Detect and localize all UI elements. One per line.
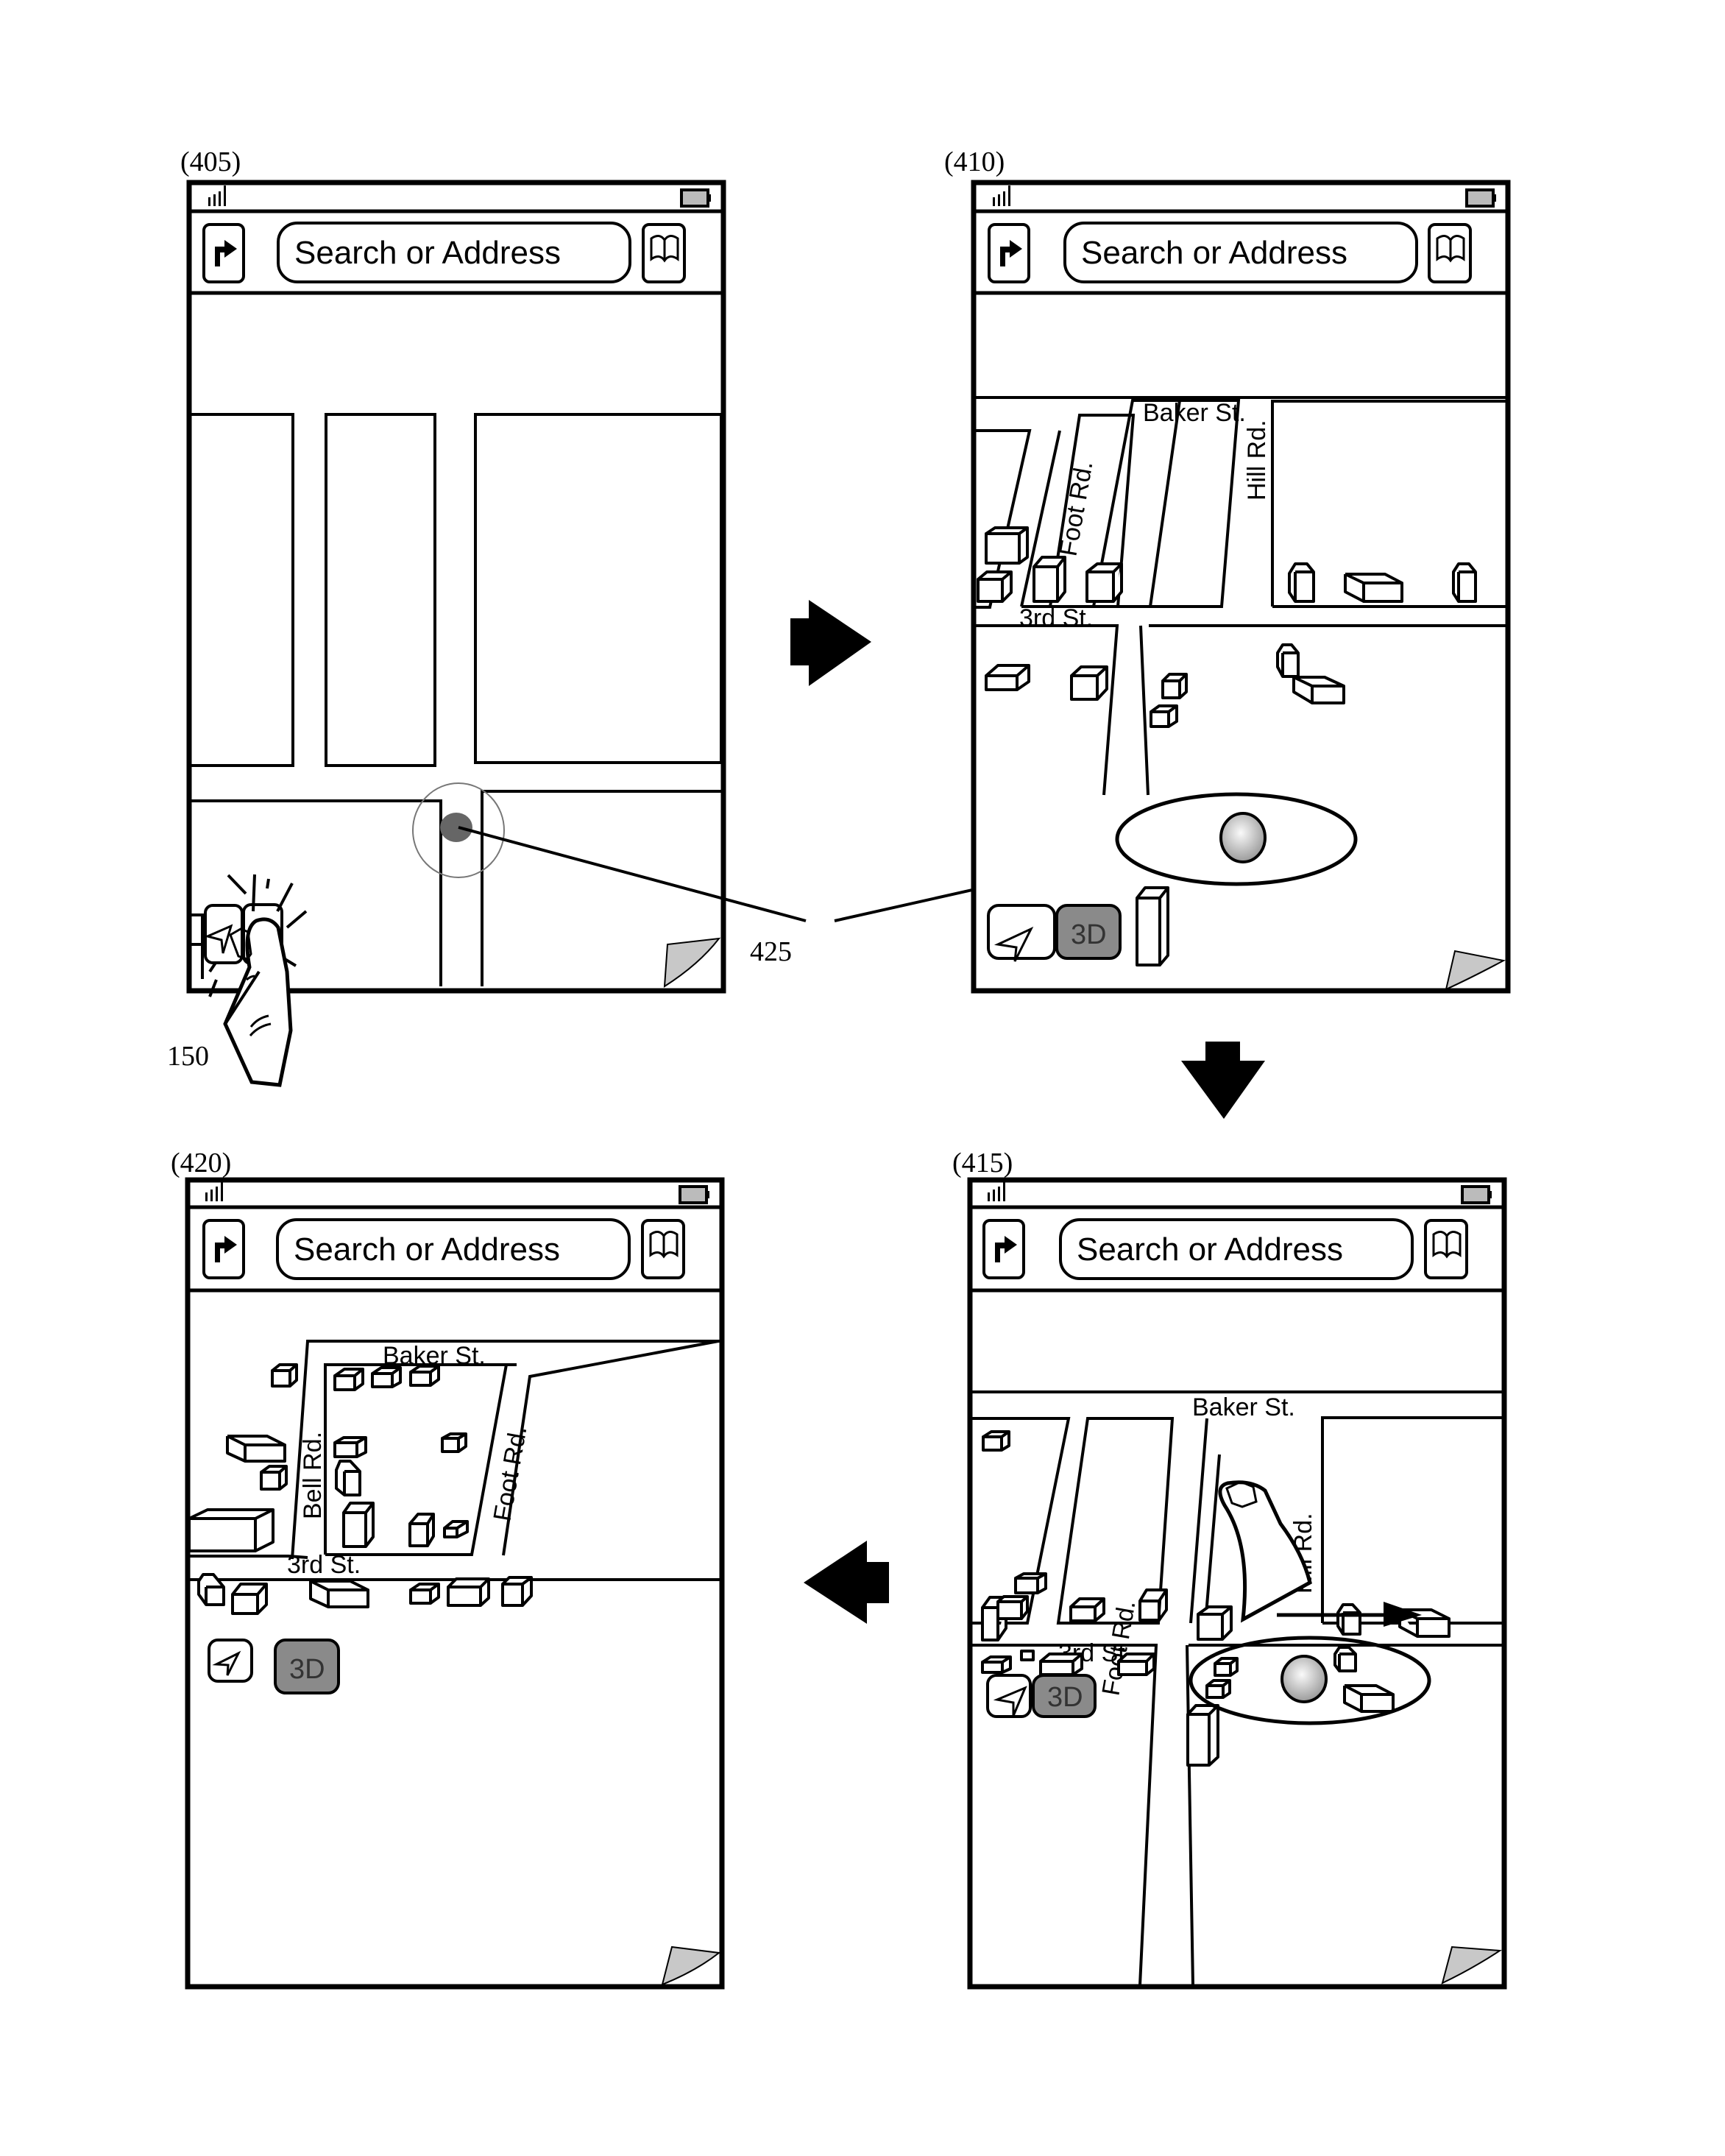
bookmarks-button[interactable]: [642, 223, 686, 283]
battery-icon: [679, 1185, 709, 1204]
location-marker: [1219, 812, 1267, 863]
toggle-3d-label: 3D: [1047, 1682, 1083, 1713]
panel-415: (415) Search or Address Baker St. Foot R…: [952, 1148, 1507, 1990]
panel-label: (415): [952, 1148, 1013, 1178]
search-field[interactable]: Search or Address: [1063, 222, 1418, 283]
bookmarks-button[interactable]: [641, 1219, 685, 1279]
search-placeholder: Search or Address: [1081, 235, 1347, 271]
panel-label: (405): [180, 146, 241, 177]
bookmarks-button[interactable]: [1428, 223, 1472, 283]
toggle-3d-label: 3D: [1071, 919, 1107, 950]
panel-405: (405) Search or Address 150: [167, 146, 726, 1087]
ref-150: 150: [167, 1041, 209, 1072]
street-label-bell: Bell Rd.: [299, 1432, 327, 1519]
battery-icon: [1461, 1185, 1492, 1204]
arrow-left-icon: [804, 1541, 889, 1624]
search-field[interactable]: Search or Address: [1059, 1218, 1414, 1280]
phone-frame: [186, 180, 726, 994]
battery-icon: [680, 188, 711, 208]
search-field[interactable]: Search or Address: [277, 222, 631, 283]
toggle-3d-label: 3D: [289, 1654, 325, 1685]
street-label-baker: Baker St.: [1192, 1393, 1295, 1421]
panel-420: (420) Search or Address Baker St. Bell R…: [171, 1148, 725, 1990]
patent-figure: (405) Search or Address 150 425 (410) Se…: [167, 146, 1511, 1990]
search-field[interactable]: Search or Address: [276, 1218, 631, 1280]
ref-425: 425: [750, 936, 792, 967]
location-button[interactable]: [986, 1674, 1032, 1718]
location-marker: [1281, 1655, 1328, 1703]
finger-icon: [223, 917, 293, 1087]
battery-icon: [1465, 188, 1496, 208]
location-button[interactable]: [208, 1639, 253, 1683]
directions-button[interactable]: [988, 223, 1030, 283]
panel-label: (420): [171, 1148, 231, 1178]
directions-button[interactable]: [202, 1219, 245, 1279]
search-placeholder: Search or Address: [1077, 1231, 1343, 1268]
street-label-baker: Baker St.: [1143, 399, 1246, 427]
bookmarks-button[interactable]: [1424, 1219, 1468, 1279]
arrow-down-icon: [1181, 1042, 1265, 1119]
toggle-3d-button[interactable]: 3D: [1055, 904, 1122, 960]
phone-frame: [967, 1177, 1507, 1990]
search-placeholder: Search or Address: [294, 1231, 560, 1268]
directions-button[interactable]: [982, 1219, 1025, 1279]
arrow-right-icon: [790, 600, 871, 686]
street-label-3rd: 3rd St.: [1019, 604, 1093, 632]
location-button[interactable]: [987, 904, 1056, 962]
toggle-3d-button[interactable]: 3D: [1032, 1674, 1097, 1718]
panel-label: (410): [944, 146, 1005, 177]
position-dot: [440, 813, 472, 842]
directions-button[interactable]: [202, 223, 245, 283]
street-label-3rd: 3rd St.: [287, 1551, 361, 1579]
toggle-3d-button[interactable]: 3D: [274, 1639, 340, 1694]
street-label-hill: Hill Rd.: [1243, 420, 1271, 501]
panel-410: (410) Search or Address Baker St. Foot R…: [944, 146, 1511, 994]
search-placeholder: Search or Address: [294, 235, 561, 271]
